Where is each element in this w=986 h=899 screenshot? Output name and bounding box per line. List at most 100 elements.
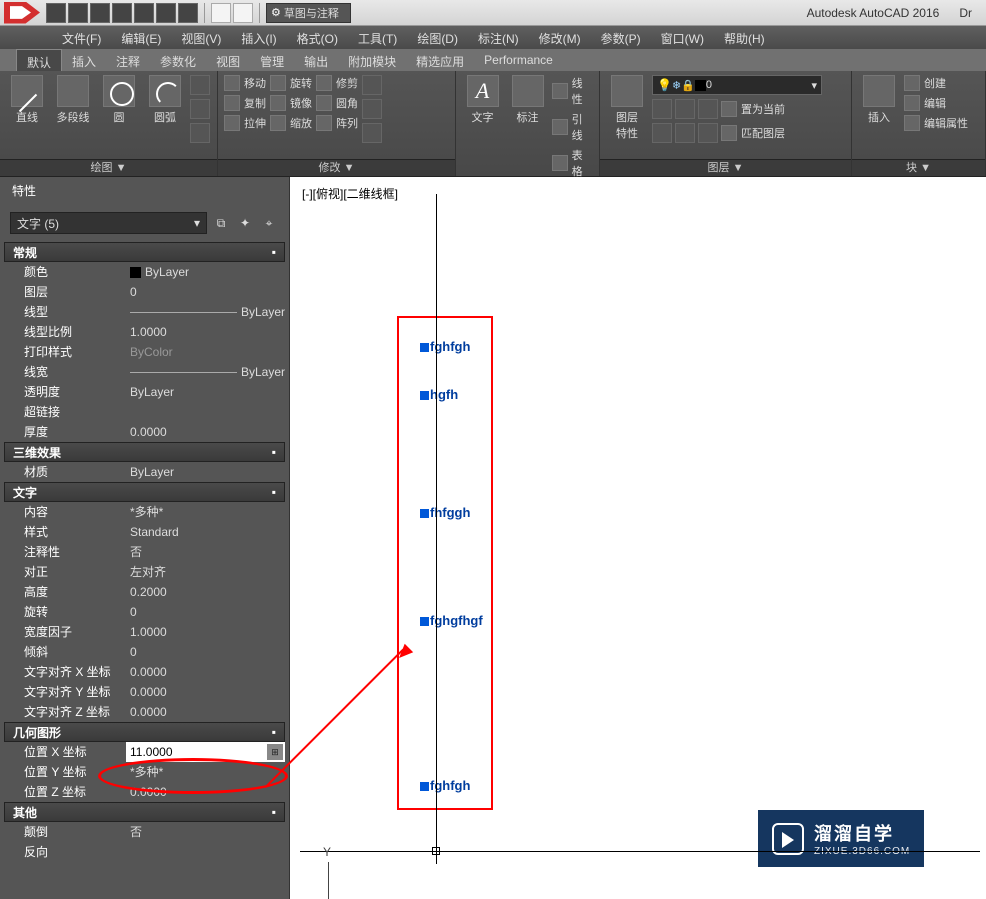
menu-params[interactable]: 参数(P) — [591, 26, 651, 49]
grip-icon[interactable] — [420, 617, 429, 626]
new-icon[interactable] — [46, 3, 66, 23]
panel-label-layers[interactable]: 图层 ▼ — [600, 159, 851, 176]
tab-insert[interactable]: 插入 — [62, 49, 106, 71]
grip-icon[interactable] — [420, 343, 429, 352]
circle-button[interactable]: 圆 — [98, 75, 140, 155]
prop-aligny-val[interactable]: 0.0000 — [126, 682, 285, 702]
move-button[interactable]: 移动 — [224, 75, 266, 91]
tab-manage[interactable]: 管理 — [250, 49, 294, 71]
text-object-3[interactable]: fghgfhgf — [420, 613, 483, 628]
layer-tool3[interactable] — [698, 99, 718, 119]
array-button[interactable]: 阵列 — [316, 115, 358, 131]
menu-insert[interactable]: 插入(I) — [231, 26, 286, 49]
quick-select-icon[interactable]: ⌖ — [259, 213, 279, 233]
custom1-icon[interactable] — [211, 3, 231, 23]
prop-content-val[interactable]: *多种* — [126, 502, 285, 522]
menu-window[interactable]: 窗口(W) — [651, 26, 714, 49]
menu-tools[interactable]: 工具(T) — [348, 26, 407, 49]
prop-upside-val[interactable]: 否 — [126, 822, 285, 842]
create-block-button[interactable]: 创建 — [904, 75, 968, 91]
layer-tool6[interactable] — [698, 123, 718, 143]
layer-dropdown[interactable]: 💡 ❄ 🔒 0 ▾ — [652, 75, 822, 95]
dimension-button[interactable]: 标注 — [507, 75, 548, 179]
menu-dim[interactable]: 标注(N) — [468, 26, 529, 49]
workspace-dropdown[interactable]: ⚙ 草图与注释 — [266, 3, 351, 23]
grip-icon[interactable] — [420, 391, 429, 400]
menu-modify[interactable]: 修改(M) — [529, 26, 591, 49]
plot-icon[interactable] — [134, 3, 154, 23]
set-current-button[interactable]: 置为当前 — [721, 101, 785, 117]
layer-props-button[interactable]: 图层 特性 — [606, 75, 648, 155]
prop-alignx-val[interactable]: 0.0000 — [126, 662, 285, 682]
custom2-icon[interactable] — [233, 3, 253, 23]
polyline-button[interactable]: 多段线 — [52, 75, 94, 155]
saveas-icon[interactable] — [112, 3, 132, 23]
fillet-button[interactable]: 圆角 — [316, 95, 358, 111]
trim-button[interactable]: 修剪 — [316, 75, 358, 91]
prop-material-val[interactable]: ByLayer — [126, 462, 285, 482]
layer-tool5[interactable] — [675, 123, 695, 143]
redo-icon[interactable] — [178, 3, 198, 23]
drawing-canvas[interactable]: [-][俯视][二维线框] — [290, 177, 986, 899]
arc-button[interactable]: 圆弧 — [144, 75, 186, 155]
mod-extra1[interactable] — [362, 75, 382, 95]
stretch-button[interactable]: 拉伸 — [224, 115, 266, 131]
prop-lscale-val[interactable]: 1.0000 — [126, 322, 285, 342]
section-text[interactable]: 文字▪ — [4, 482, 285, 502]
prop-annot-val[interactable]: 否 — [126, 542, 285, 562]
line-button[interactable]: 直线 — [6, 75, 48, 155]
leader-button[interactable]: 引线 — [552, 111, 593, 143]
save-icon[interactable] — [90, 3, 110, 23]
text-object-4[interactable]: fghfgh — [420, 778, 470, 793]
match-layer-button[interactable]: 匹配图层 — [721, 125, 785, 141]
panel-label-modify[interactable]: 修改 ▼ — [218, 159, 455, 176]
prop-oblique-val[interactable]: 0 — [126, 642, 285, 662]
prop-hlink-val[interactable] — [126, 402, 285, 422]
section-geometry[interactable]: 几何图形▪ — [4, 722, 285, 742]
prop-transp-val[interactable]: ByLayer — [126, 382, 285, 402]
copy-button[interactable]: 复制 — [224, 95, 266, 111]
open-icon[interactable] — [68, 3, 88, 23]
menu-file[interactable]: 文件(F) — [52, 26, 111, 49]
layer-tool2[interactable] — [675, 99, 695, 119]
grip-icon[interactable] — [420, 782, 429, 791]
tab-output[interactable]: 输出 — [294, 49, 338, 71]
text-object-0[interactable]: fghfgh — [420, 339, 470, 354]
selection-dropdown[interactable]: 文字 (5)▾ — [10, 212, 207, 234]
select-objects-icon[interactable]: ✦ — [235, 213, 255, 233]
prop-lweight-val[interactable]: ByLayer — [126, 362, 285, 382]
calculator-icon[interactable]: ⊞ — [267, 744, 283, 760]
layer-tool4[interactable] — [652, 123, 672, 143]
tab-annotate[interactable]: 注释 — [106, 49, 150, 71]
grip-icon[interactable] — [420, 509, 429, 518]
mod-extra3[interactable] — [362, 123, 382, 143]
tab-apps[interactable]: 精选应用 — [406, 49, 474, 71]
prop-linetype-val[interactable]: ByLayer — [126, 302, 285, 322]
prop-rot-val[interactable]: 0 — [126, 602, 285, 622]
prop-alignz-val[interactable]: 0.0000 — [126, 702, 285, 722]
menu-format[interactable]: 格式(O) — [287, 26, 348, 49]
prop-style-val[interactable]: Standard — [126, 522, 285, 542]
menu-help[interactable]: 帮助(H) — [714, 26, 775, 49]
tab-default[interactable]: 默认 — [16, 49, 62, 71]
app-logo[interactable] — [4, 2, 40, 24]
tab-param[interactable]: 参数化 — [150, 49, 206, 71]
panel-label-block[interactable]: 块 ▼ — [852, 159, 985, 176]
tab-view[interactable]: 视图 — [206, 49, 250, 71]
tab-perf[interactable]: Performance — [474, 49, 563, 71]
section-general[interactable]: 常规▪ — [4, 242, 285, 262]
mod-extra2[interactable] — [362, 99, 382, 119]
prop-layer-val[interactable]: 0 — [126, 282, 285, 302]
draw-extra2[interactable] — [190, 99, 210, 119]
tab-addins[interactable]: 附加模块 — [338, 49, 406, 71]
viewport-label[interactable]: [-][俯视][二维线框] — [302, 185, 398, 202]
insert-block-button[interactable]: 插入 — [858, 75, 900, 155]
prop-height-val[interactable]: 0.2000 — [126, 582, 285, 602]
text-button[interactable]: 文字 — [462, 75, 503, 179]
menu-draw[interactable]: 绘图(D) — [407, 26, 468, 49]
edit-attr-button[interactable]: 编辑属性 — [904, 115, 968, 131]
rotate-button[interactable]: 旋转 — [270, 75, 312, 91]
edit-block-button[interactable]: 编辑 — [904, 95, 968, 111]
table-button[interactable]: 表格 — [552, 147, 593, 179]
draw-extra3[interactable] — [190, 123, 210, 143]
